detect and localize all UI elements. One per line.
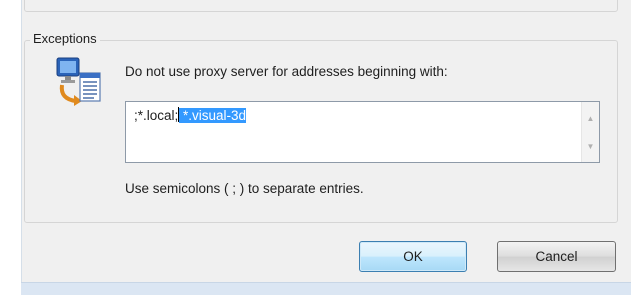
dialog-frame-bottom [21, 282, 631, 295]
exceptions-group-title: Exceptions [30, 30, 100, 48]
exceptions-textarea[interactable]: ;*.local; *.visual-3d ▲ ▼ [125, 101, 600, 163]
textarea-plain-text: ;*.local; [134, 108, 179, 123]
ok-button[interactable]: OK [359, 241, 467, 272]
textarea-vertical-scrollbar[interactable]: ▲ ▼ [581, 102, 599, 162]
servers-group-box [24, 0, 618, 12]
scroll-down-arrow-icon[interactable]: ▼ [582, 138, 599, 155]
textarea-selected-text: *.visual-3d [179, 108, 247, 123]
exceptions-instruction: Do not use proxy server for addresses be… [125, 64, 448, 79]
exceptions-hint: Use semicolons ( ; ) to separate entries… [125, 181, 364, 196]
scroll-up-arrow-icon[interactable]: ▲ [582, 110, 599, 127]
computer-network-icon [54, 55, 106, 107]
cancel-button[interactable]: Cancel [497, 241, 616, 272]
